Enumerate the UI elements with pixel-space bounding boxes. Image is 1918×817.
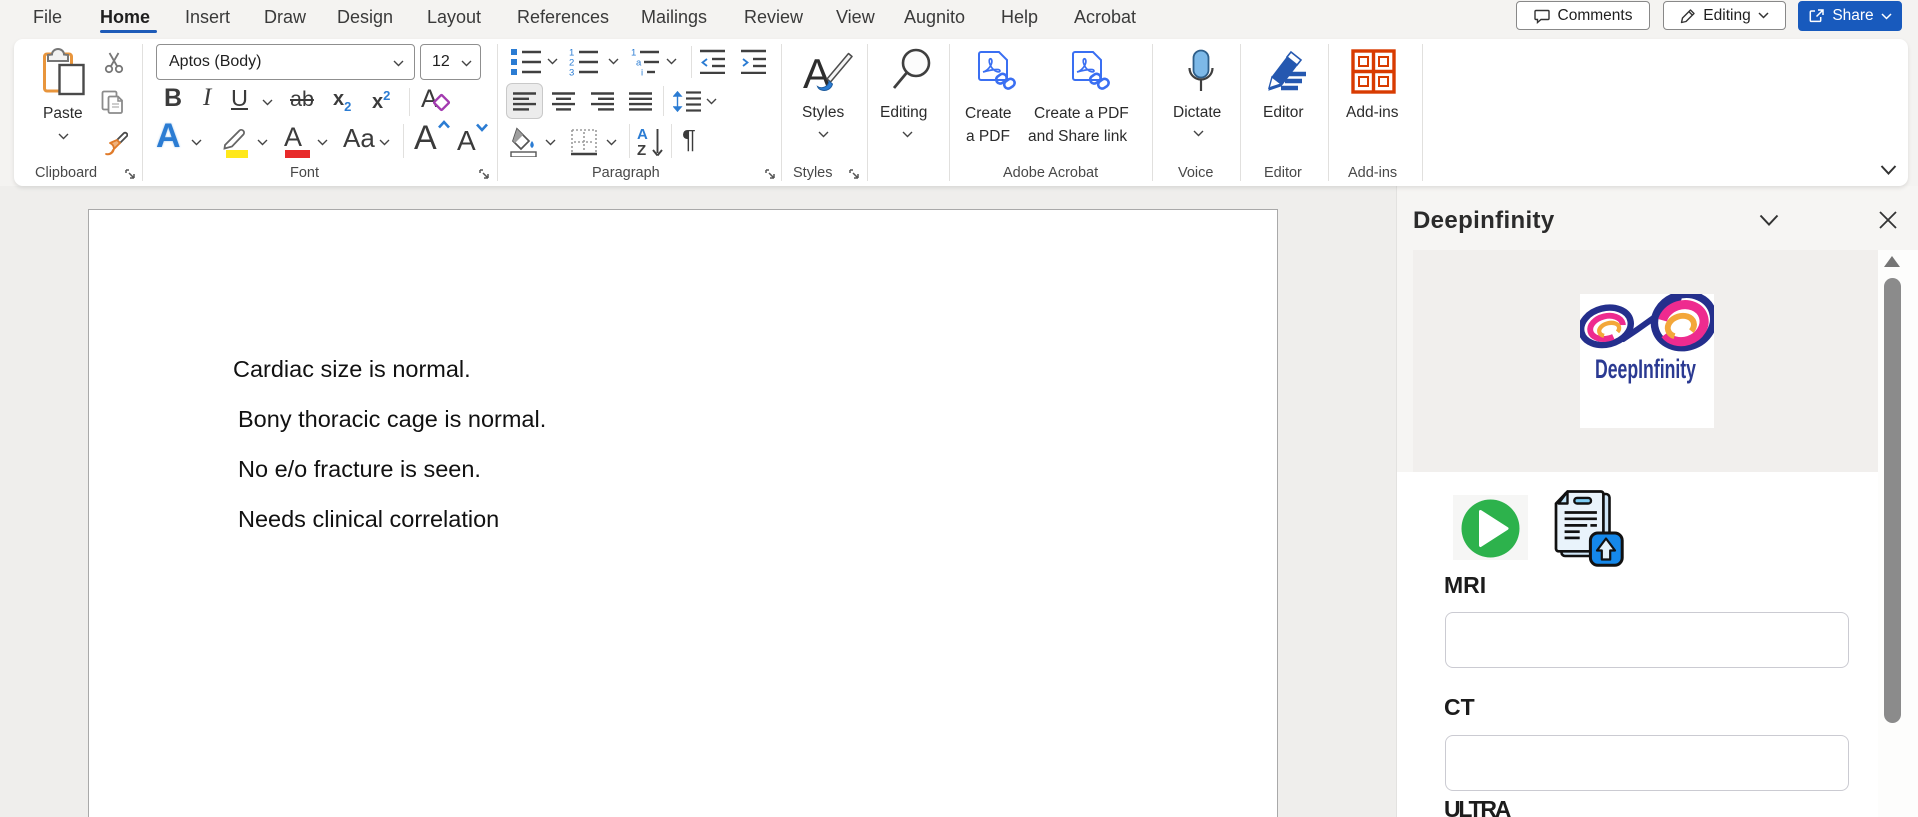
svg-text:3: 3 (569, 68, 574, 77)
svg-text:DeepInfinity: DeepInfinity (1595, 354, 1696, 384)
svg-text:A: A (637, 126, 648, 143)
svg-text:A: A (421, 85, 438, 113)
svg-text:i: i (641, 68, 643, 77)
svg-text:Z: Z (637, 142, 646, 157)
